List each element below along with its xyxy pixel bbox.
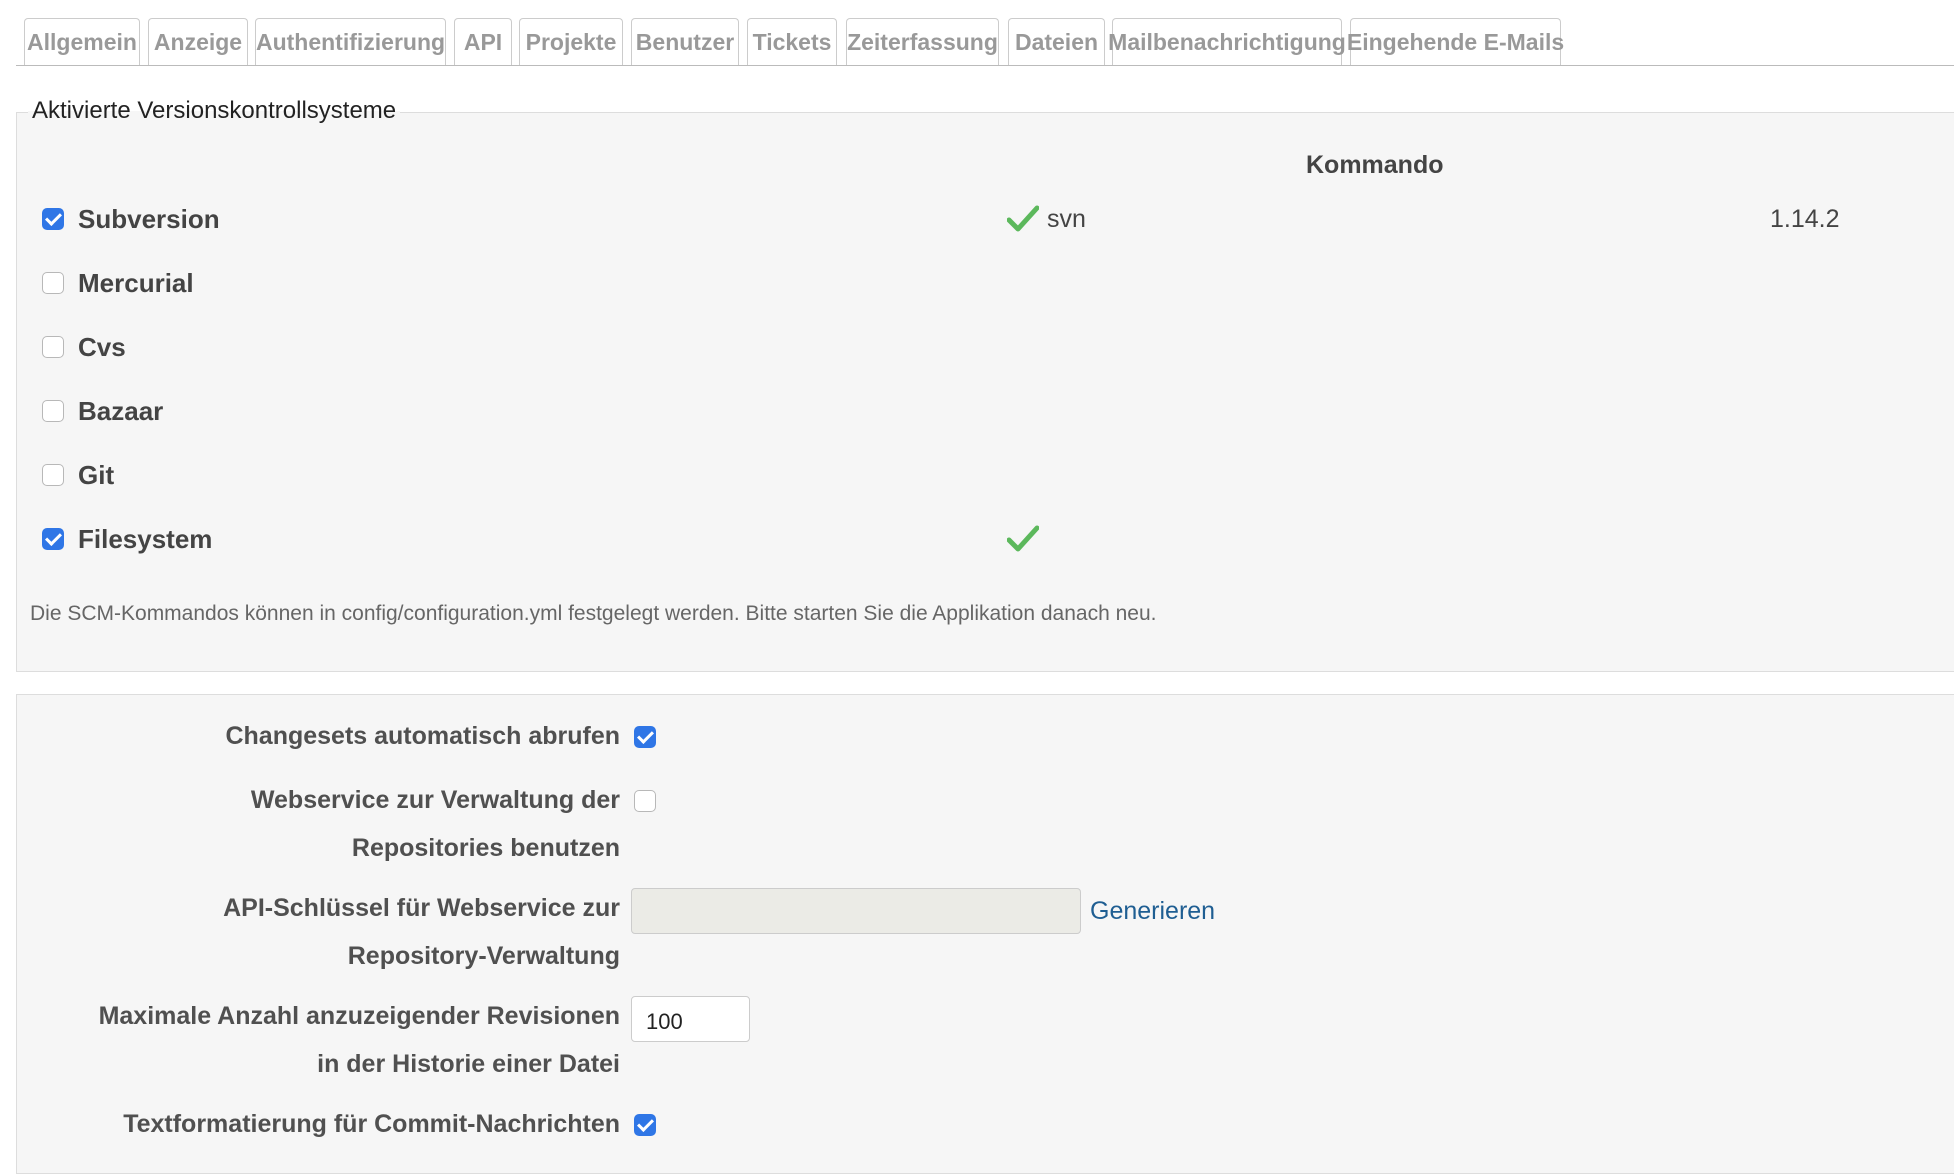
api-key-input[interactable] [631,888,1081,934]
command-column-header: Kommando [1306,151,1444,179]
check-icon [1007,205,1039,232]
tab-anzeige[interactable]: Anzeige [148,18,248,65]
tab-allgemein[interactable]: Allgemein [24,18,140,65]
scm-name: Cvs [78,332,126,362]
check-icon [1007,525,1039,552]
autofetch-checkbox[interactable] [634,726,656,748]
tab-api[interactable]: API [454,18,512,65]
scm-name: Git [78,460,115,490]
max-revisions-input[interactable] [631,996,750,1042]
scm-row-subversion: Subversion svn 1.14.2 [42,199,1842,239]
max-revisions-label-line2: in der Historie einer Datei [317,1050,620,1078]
git-checkbox[interactable] [42,464,64,486]
generate-key-link[interactable]: Generieren [1090,890,1215,932]
subversion-checkbox[interactable] [42,208,64,230]
scm-name: Filesystem [78,524,213,554]
settings-tabs: Allgemein Anzeige Authentifizierung API … [0,0,1954,66]
tab-benutzer[interactable]: Benutzer [631,18,739,65]
webservice-label-line2: Repositories benutzen [351,834,620,862]
tab-eingehende-emails[interactable]: Eingehende E-Mails [1347,18,1564,65]
filesystem-checkbox[interactable] [42,528,64,550]
api-key-label-line2: Repository-Verwaltung [347,942,620,970]
scm-legend: Aktivierte Versionskontrollsysteme [28,96,401,126]
webservice-label-line1: Webservice zur Verwaltung der [250,786,620,814]
commit-formatting-checkbox[interactable] [634,1114,656,1136]
tab-authentifizierung[interactable]: Authentifizierung [255,18,446,65]
tab-zeiterfassung[interactable]: Zeiterfassung [846,18,999,65]
tab-projekte[interactable]: Projekte [519,18,623,65]
scm-row-git: Git [42,455,1842,495]
tabs-baseline [16,65,1954,66]
mercurial-checkbox[interactable] [42,272,64,294]
autofetch-label: Changesets automatisch abrufen [225,722,620,750]
scm-command: svn [1047,205,1086,233]
scm-name: Mercurial [78,268,194,298]
tab-mailbenachrichtigung[interactable]: Mailbenachrichtigung [1108,18,1346,65]
bazaar-checkbox[interactable] [42,400,64,422]
api-key-label-line1: API-Schlüssel für Webservice zur [223,894,620,922]
scm-row-filesystem: Filesystem [42,519,1842,559]
scm-row-mercurial: Mercurial [42,263,1842,303]
cvs-checkbox[interactable] [42,336,64,358]
scm-row-bazaar: Bazaar [42,391,1842,431]
scm-row-cvs: Cvs [42,327,1842,367]
webservice-checkbox[interactable] [634,790,656,812]
scm-version: 1.14.2 [1770,205,1840,233]
scm-name: Subversion [78,204,220,234]
max-revisions-label-line1: Maximale Anzahl anzuzeigender Revisionen [98,1002,620,1030]
tab-dateien[interactable]: Dateien [1008,18,1105,65]
scm-name: Bazaar [78,396,164,426]
scm-hint: Die SCM-Kommandos können in config/confi… [30,602,1157,625]
commit-formatting-label: Textformatierung für Commit-Nachrichten [123,1110,620,1138]
tab-tickets[interactable]: Tickets [747,18,837,65]
